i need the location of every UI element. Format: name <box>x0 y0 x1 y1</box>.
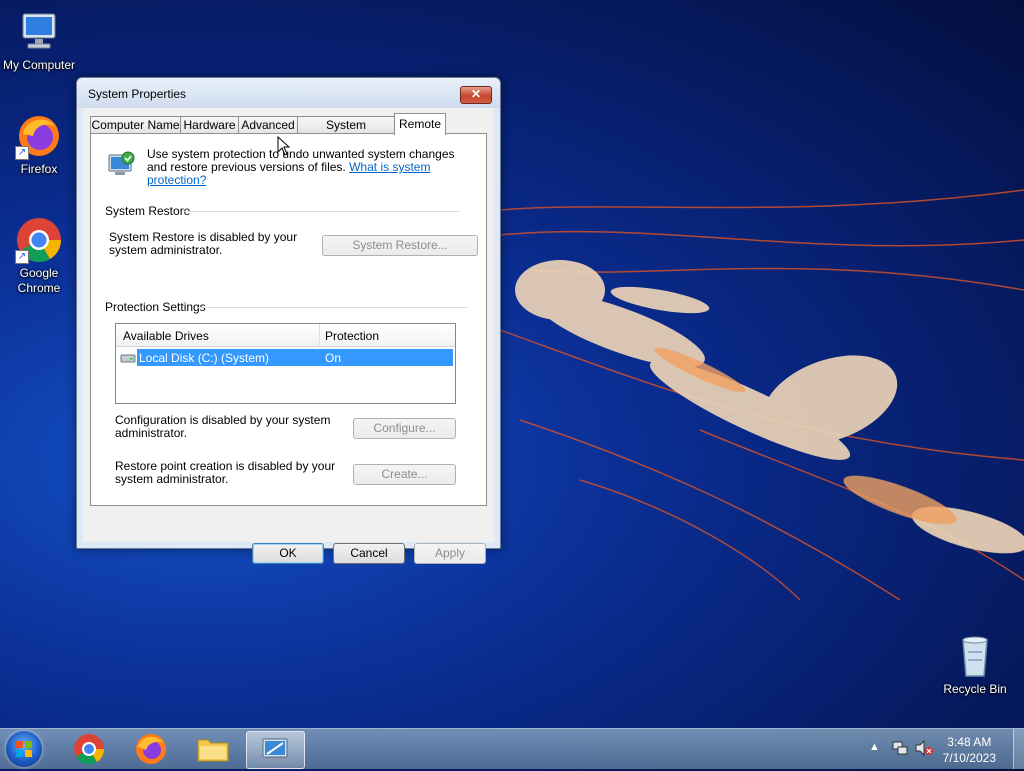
configure-text: Configuration is disabled by your system… <box>115 413 331 440</box>
tab-panel: Use system protection to undo unwanted s… <box>90 133 487 506</box>
protection-settings-heading: Protection Settings <box>105 300 206 314</box>
create-button[interactable]: Create... <box>353 464 456 485</box>
recycle-bin-icon <box>951 632 999 680</box>
chrome-icon <box>74 734 105 765</box>
desktop-icon-firefox[interactable]: ↗ Firefox <box>1 112 77 177</box>
tab-system-protection[interactable]: System Protection <box>297 116 395 149</box>
desktop-icon-label: My Computer <box>2 58 76 72</box>
system-protection-icon <box>105 149 137 181</box>
list-row[interactable]: Local Disk (C:) (System) On <box>137 349 453 366</box>
start-button[interactable] <box>6 731 42 767</box>
ok-button[interactable]: OK <box>252 543 324 564</box>
wallpaper-jellyfish <box>500 189 1024 600</box>
system-properties-icon <box>262 738 288 761</box>
show-hidden-icons-button[interactable]: ▲ <box>869 741 880 753</box>
shortcut-arrow-icon: ↗ <box>15 250 29 264</box>
column-header-available-drives[interactable]: Available Drives <box>123 329 209 343</box>
tab-remote[interactable]: Remote <box>394 113 446 135</box>
desktop-icon-label: Google Chrome <box>17 266 61 295</box>
dialog-client-area: Computer Name Hardware Advanced System P… <box>83 108 494 564</box>
desktop-icon-chrome[interactable]: ↗ Google Chrome <box>1 216 77 296</box>
taskbar-file-explorer[interactable] <box>186 731 240 767</box>
network-icon[interactable] <box>891 739 909 757</box>
clock-time: 3:48 AM <box>947 735 992 749</box>
system-clock[interactable]: 3:48 AM 7/10/2023 <box>943 734 996 766</box>
shortcut-arrow-icon: ↗ <box>15 146 29 160</box>
taskbar-system-properties[interactable] <box>246 731 305 769</box>
tab-computer-name[interactable]: Computer Name <box>90 116 181 134</box>
folder-icon <box>197 739 229 762</box>
firefox-icon: ↗ <box>15 112 63 160</box>
computer-icon <box>15 8 63 56</box>
divider <box>183 211 459 212</box>
system-restore-heading: System Restore <box>105 204 191 218</box>
divider <box>197 307 467 308</box>
desktop-icon-my-computer[interactable]: My Computer <box>1 8 77 73</box>
system-restore-button[interactable]: System Restore... <box>322 235 478 256</box>
apply-button[interactable]: Apply <box>414 543 486 564</box>
desktop-icon-label: Firefox <box>20 162 58 176</box>
list-header: Available Drives Protection <box>116 324 455 347</box>
taskbar-chrome[interactable] <box>62 731 116 767</box>
system-restore-text: System Restore is disabled by your syste… <box>109 230 298 257</box>
tab-hardware[interactable]: Hardware <box>180 116 239 134</box>
drive-protection: On <box>325 351 342 365</box>
show-desktop-button[interactable] <box>1013 729 1024 769</box>
tab-advanced[interactable]: Advanced <box>238 116 298 134</box>
taskbar: ▲ 3:48 AM 7/10/2023 <box>0 728 1024 769</box>
desktop-icon-label: Recycle Bin <box>943 682 1007 696</box>
taskbar-firefox[interactable] <box>124 731 178 767</box>
drive-icon <box>120 352 136 364</box>
volume-muted-icon[interactable] <box>914 739 934 757</box>
configure-button[interactable]: Configure... <box>353 418 456 439</box>
title-bar[interactable]: System Properties ✕ <box>77 78 500 108</box>
mouse-cursor-icon <box>277 136 291 156</box>
drives-list[interactable]: Available Drives Protection Local Disk (… <box>115 323 456 404</box>
cancel-button[interactable]: Cancel <box>333 543 405 564</box>
drive-name: Local Disk (C:) (System) <box>139 351 270 365</box>
clock-date: 7/10/2023 <box>942 751 996 765</box>
close-button[interactable]: ✕ <box>460 86 492 104</box>
column-divider <box>319 324 320 346</box>
window-title: System Properties <box>88 87 187 101</box>
create-text: Restore point creation is disabled by yo… <box>115 459 336 486</box>
desktop-icon-recycle-bin[interactable]: Recycle Bin <box>937 632 1013 697</box>
intro-text-block: Use system protection to undo unwanted s… <box>147 148 457 187</box>
windows-logo-icon <box>16 741 32 757</box>
firefox-icon <box>136 734 166 764</box>
chrome-icon: ↗ <box>15 216 63 264</box>
column-header-protection[interactable]: Protection <box>325 329 379 343</box>
